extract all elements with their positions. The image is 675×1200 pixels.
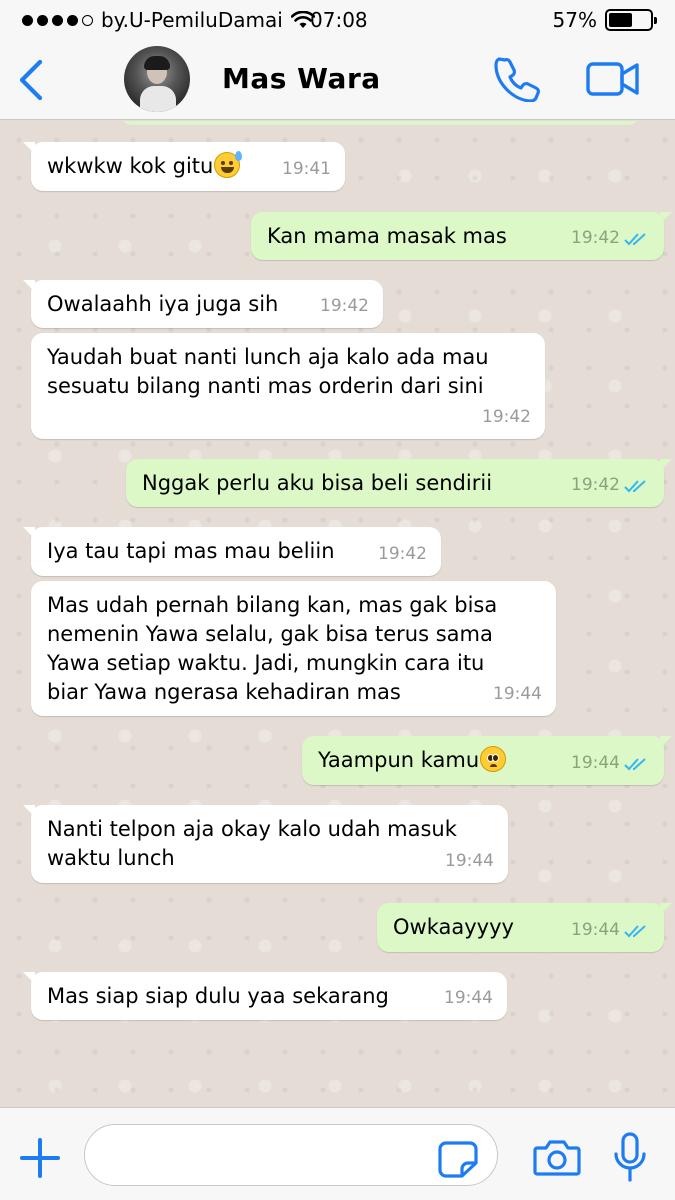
message-text: Nggak perlu aku bisa beli sendirii [142, 471, 493, 495]
outgoing-message[interactable]: Nggak perlu aku bisa beli sendirii 19:42 [126, 459, 672, 507]
battery-percentage: 57% [552, 8, 597, 32]
double-check-read-icon [624, 757, 646, 770]
message-text: Mas udah pernah bilang kan, mas gak bisa… [47, 593, 498, 704]
clock: 07:08 [310, 8, 368, 32]
message-input[interactable] [84, 1124, 498, 1186]
message-composer [0, 1107, 675, 1200]
message-time: 19:42 [571, 224, 650, 253]
message-time: 19:42 [571, 471, 650, 500]
message-time: 19:42 [378, 544, 427, 564]
message-text: Mas siap siap dulu yaa sekarang [47, 984, 389, 1008]
outgoing-message[interactable]: Yaampun kamu 19:44 [302, 736, 672, 785]
chat-area[interactable]: wkwkw kok gitu 19:41 Kan mama masak mas … [0, 121, 675, 1107]
message-time: 19:44 [444, 988, 493, 1008]
incoming-message[interactable]: Owalaahh iya juga sih 19:42 [23, 280, 383, 328]
message-text: Owkaayyyy [393, 915, 514, 939]
microphone-icon[interactable] [612, 1132, 648, 1184]
incoming-message[interactable]: Mas udah pernah bilang kan, mas gak bisa… [31, 581, 556, 716]
sticker-icon[interactable] [438, 1140, 478, 1178]
message-text: Kan mama masak mas [267, 224, 507, 248]
carrier-name: by.U-PemiluDamai [101, 8, 283, 32]
signal-strength-icon [22, 14, 93, 26]
contact-name[interactable]: Mas Wara [222, 62, 381, 95]
message-time: 19:44 [571, 916, 650, 945]
message-text: Yaampun kamu [318, 748, 480, 772]
message-text: wkwkw kok gitu [47, 154, 214, 178]
grinning-sweat-emoji-icon [214, 151, 243, 178]
avatar[interactable] [124, 46, 190, 112]
message-text: Iya tau tapi mas mau beliin [47, 539, 335, 563]
outgoing-message[interactable]: Owkaayyyy 19:44 [377, 903, 672, 952]
message-time: 19:42 [482, 407, 531, 427]
camera-icon[interactable] [533, 1138, 581, 1178]
chevron-left-icon[interactable] [16, 56, 48, 104]
message-text: Yaudah buat nanti lunch aja kalo ada mau… [47, 345, 489, 398]
status-bar: by.U-PemiluDamai 07:08 57% [0, 0, 675, 40]
incoming-message[interactable]: wkwkw kok gitu 19:41 [23, 142, 345, 191]
message-text: Owalaahh iya juga sih [47, 292, 279, 316]
chat-header: Mas Wara [0, 40, 675, 120]
message-text: Nanti telpon aja okay kalo udah masuk wa… [47, 817, 457, 870]
double-check-read-icon [624, 924, 646, 937]
previous-message-partial [120, 121, 640, 125]
status-right: 57% [552, 8, 657, 32]
plus-icon[interactable] [18, 1136, 62, 1180]
message-time: 19:41 [282, 159, 331, 179]
message-time: 19:44 [445, 851, 494, 871]
incoming-message[interactable]: Yaudah buat nanti lunch aja kalo ada mau… [31, 333, 545, 439]
phone-icon[interactable] [494, 56, 540, 102]
double-check-read-icon [624, 479, 646, 492]
status-left: by.U-PemiluDamai [22, 8, 315, 32]
incoming-message[interactable]: Iya tau tapi mas mau beliin 19:42 [23, 527, 441, 576]
incoming-message[interactable]: Nanti telpon aja okay kalo udah masuk wa… [23, 805, 508, 883]
double-check-read-icon [624, 232, 646, 245]
message-time: 19:44 [493, 684, 542, 704]
message-time: 19:44 [571, 749, 650, 778]
message-time: 19:42 [320, 296, 369, 316]
outgoing-message[interactable]: Kan mama masak mas 19:42 [251, 212, 672, 260]
video-camera-icon[interactable] [586, 60, 640, 98]
incoming-message[interactable]: Mas siap siap dulu yaa sekarang 19:44 [23, 972, 507, 1020]
pleading-face-emoji-icon [480, 746, 507, 772]
battery-icon [605, 9, 657, 31]
